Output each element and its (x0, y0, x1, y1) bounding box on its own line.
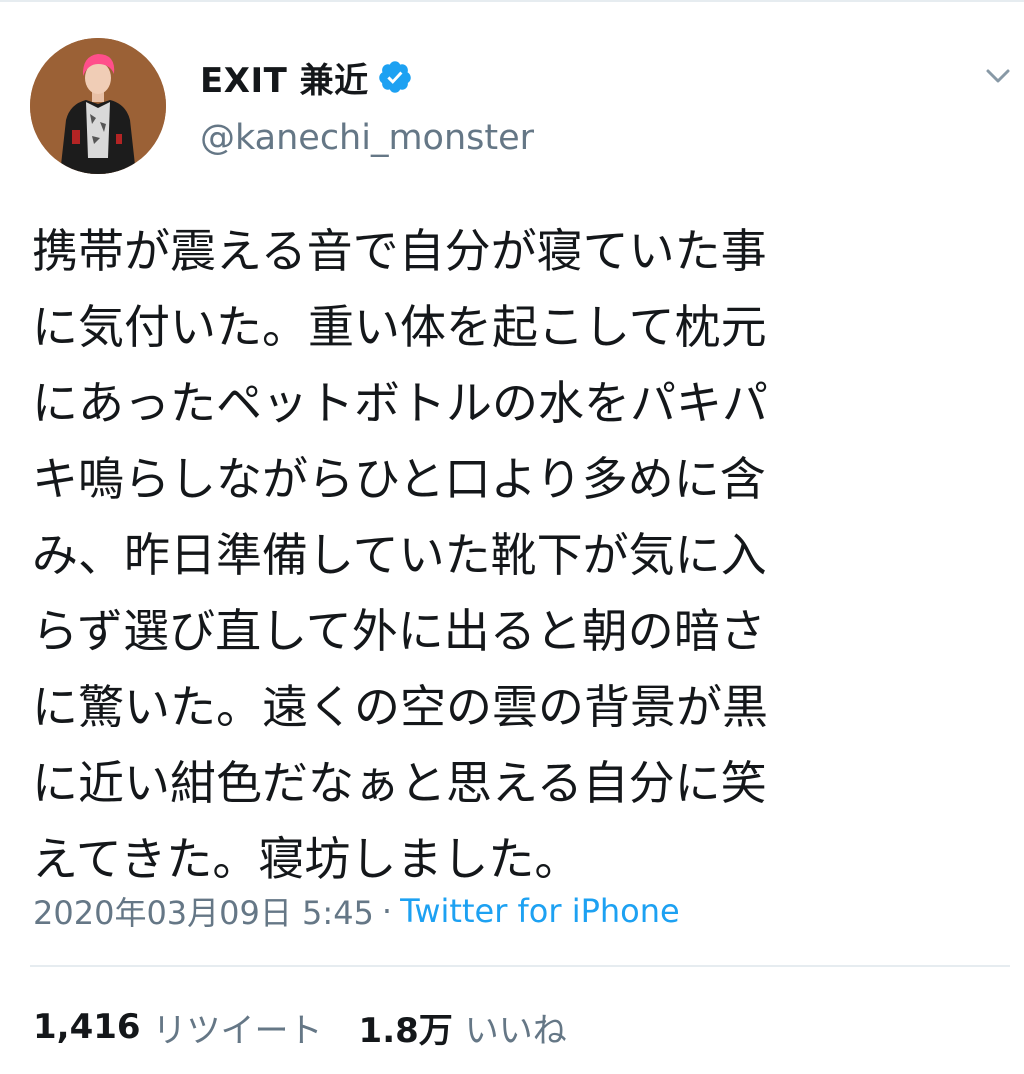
retweet-count: 1,416 (33, 1007, 141, 1047)
meta-separator: · (381, 892, 393, 930)
tweet-text-line: キ鳴らしながらひと口より多めに含 (32, 452, 766, 506)
tweet-text-line: に近い紺色だなぁと思える自分に笑 (32, 756, 767, 810)
top-divider (0, 0, 1024, 2)
tweet-meta: 2020年03月09日 5:45 · Twitter for iPhone (33, 888, 680, 934)
tweet-text-line: にあったペットボトルの水をパキパ (32, 376, 768, 430)
stats-divider (30, 965, 1010, 967)
author-handle[interactable]: @kanechi_monster (200, 118, 534, 158)
tweet-timestamp[interactable]: 2020年03月09日 5:45 (33, 888, 374, 934)
tweet-text-line: えてきた。寝坊しました。 (32, 832, 581, 886)
like-label: いいね (464, 1010, 567, 1051)
retweet-stat[interactable]: 1,416 リツイート (33, 1003, 323, 1052)
author-display-name[interactable]: EXIT 兼近 (200, 53, 369, 102)
verified-badge-icon (377, 59, 413, 95)
chevron-down-icon[interactable] (984, 64, 1012, 88)
author-name-row: EXIT 兼近 (200, 52, 413, 102)
tweet-text-line: 携帯が震える音で自分が寝ていた事 (32, 224, 767, 278)
retweet-label: リツイート (152, 1010, 323, 1051)
like-stat[interactable]: 1.8万 いいね (359, 1003, 567, 1052)
tweet-text: 携帯が震える音で自分が寝ていた事 に気付いた。重い体を起こして枕元 にあったペッ… (32, 213, 992, 897)
like-count: 1.8万 (358, 1010, 453, 1051)
avatar[interactable] (30, 38, 166, 174)
tweet-text-line: らず選び直して外に出ると朝の暗さ (32, 604, 766, 658)
tweet-text-line: み、昨日準備していた靴下が気に入 (32, 528, 767, 582)
tweet-text-line: に驚いた。遠くの空の雲の背景が黒 (32, 680, 768, 734)
tweet-source-link[interactable]: Twitter for iPhone (400, 892, 680, 930)
tweet-stats: 1,416 リツイート 1.8万 いいね (33, 1002, 567, 1052)
tweet-text-line: に気付いた。重い体を起こして枕元 (32, 300, 767, 354)
